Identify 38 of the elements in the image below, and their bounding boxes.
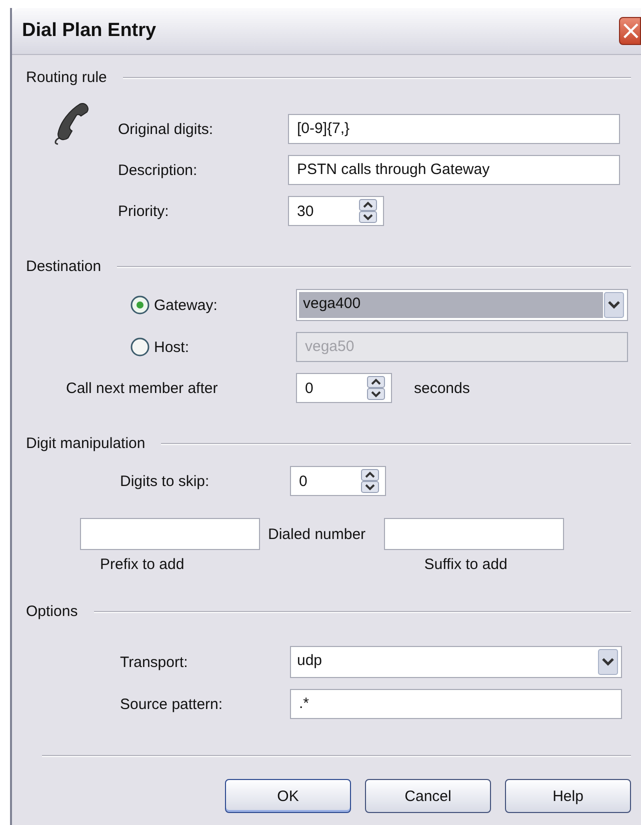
section-heading: Digit manipulation <box>26 435 146 452</box>
field-label: Description: <box>118 162 198 178</box>
field-label: Call next member after <box>66 380 219 396</box>
dialog-button[interactable]: Cancel <box>365 779 491 813</box>
unit-label: seconds <box>414 380 470 396</box>
window-title: Dial Plan Entry <box>22 20 156 42</box>
field-label: Original digits: <box>118 120 214 138</box>
dialog-button[interactable]: OK <box>225 779 351 813</box>
field-label: Source pattern: <box>120 696 224 712</box>
text-field[interactable]: .* <box>290 689 622 719</box>
section-heading: Routing rule <box>26 69 107 86</box>
chevron-down-icon[interactable] <box>603 292 625 318</box>
radio-icon[interactable] <box>130 295 150 315</box>
text-field[interactable] <box>80 518 260 550</box>
dropdown[interactable]: udp <box>290 646 622 678</box>
spinner-arrows-icon[interactable] <box>359 199 377 223</box>
dialog-button[interactable]: Help <box>505 779 631 813</box>
field-label: Digits to skip: <box>120 472 210 490</box>
section-heading: Options <box>26 603 78 620</box>
spinner-arrows-icon[interactable] <box>367 376 385 400</box>
spinner-arrows-icon[interactable] <box>361 469 379 493</box>
field-label: Prefix to add <box>100 556 184 573</box>
section-heading: Destination <box>26 258 102 275</box>
spinner-field[interactable]: 30 <box>288 196 384 226</box>
field-label: Transport: <box>120 654 189 670</box>
radio-button[interactable]: Gateway: <box>66 295 296 315</box>
field-label: Suffix to add <box>424 556 508 573</box>
radio-button[interactable]: Host: <box>66 337 296 357</box>
chevron-down-icon[interactable] <box>597 649 619 675</box>
field-label: Priority: <box>118 202 170 220</box>
radio-icon[interactable] <box>130 337 150 357</box>
field-label: Dialed number <box>268 526 366 542</box>
text-field[interactable] <box>384 518 564 550</box>
text-field[interactable]: PSTN calls through Gateway <box>288 155 620 185</box>
spinner-field[interactable]: 0 <box>296 373 392 403</box>
spinner-field[interactable]: 0 <box>290 466 386 496</box>
text-field[interactable]: [0-9]{7,} <box>288 114 620 144</box>
dropdown[interactable]: vega400 <box>296 289 628 321</box>
